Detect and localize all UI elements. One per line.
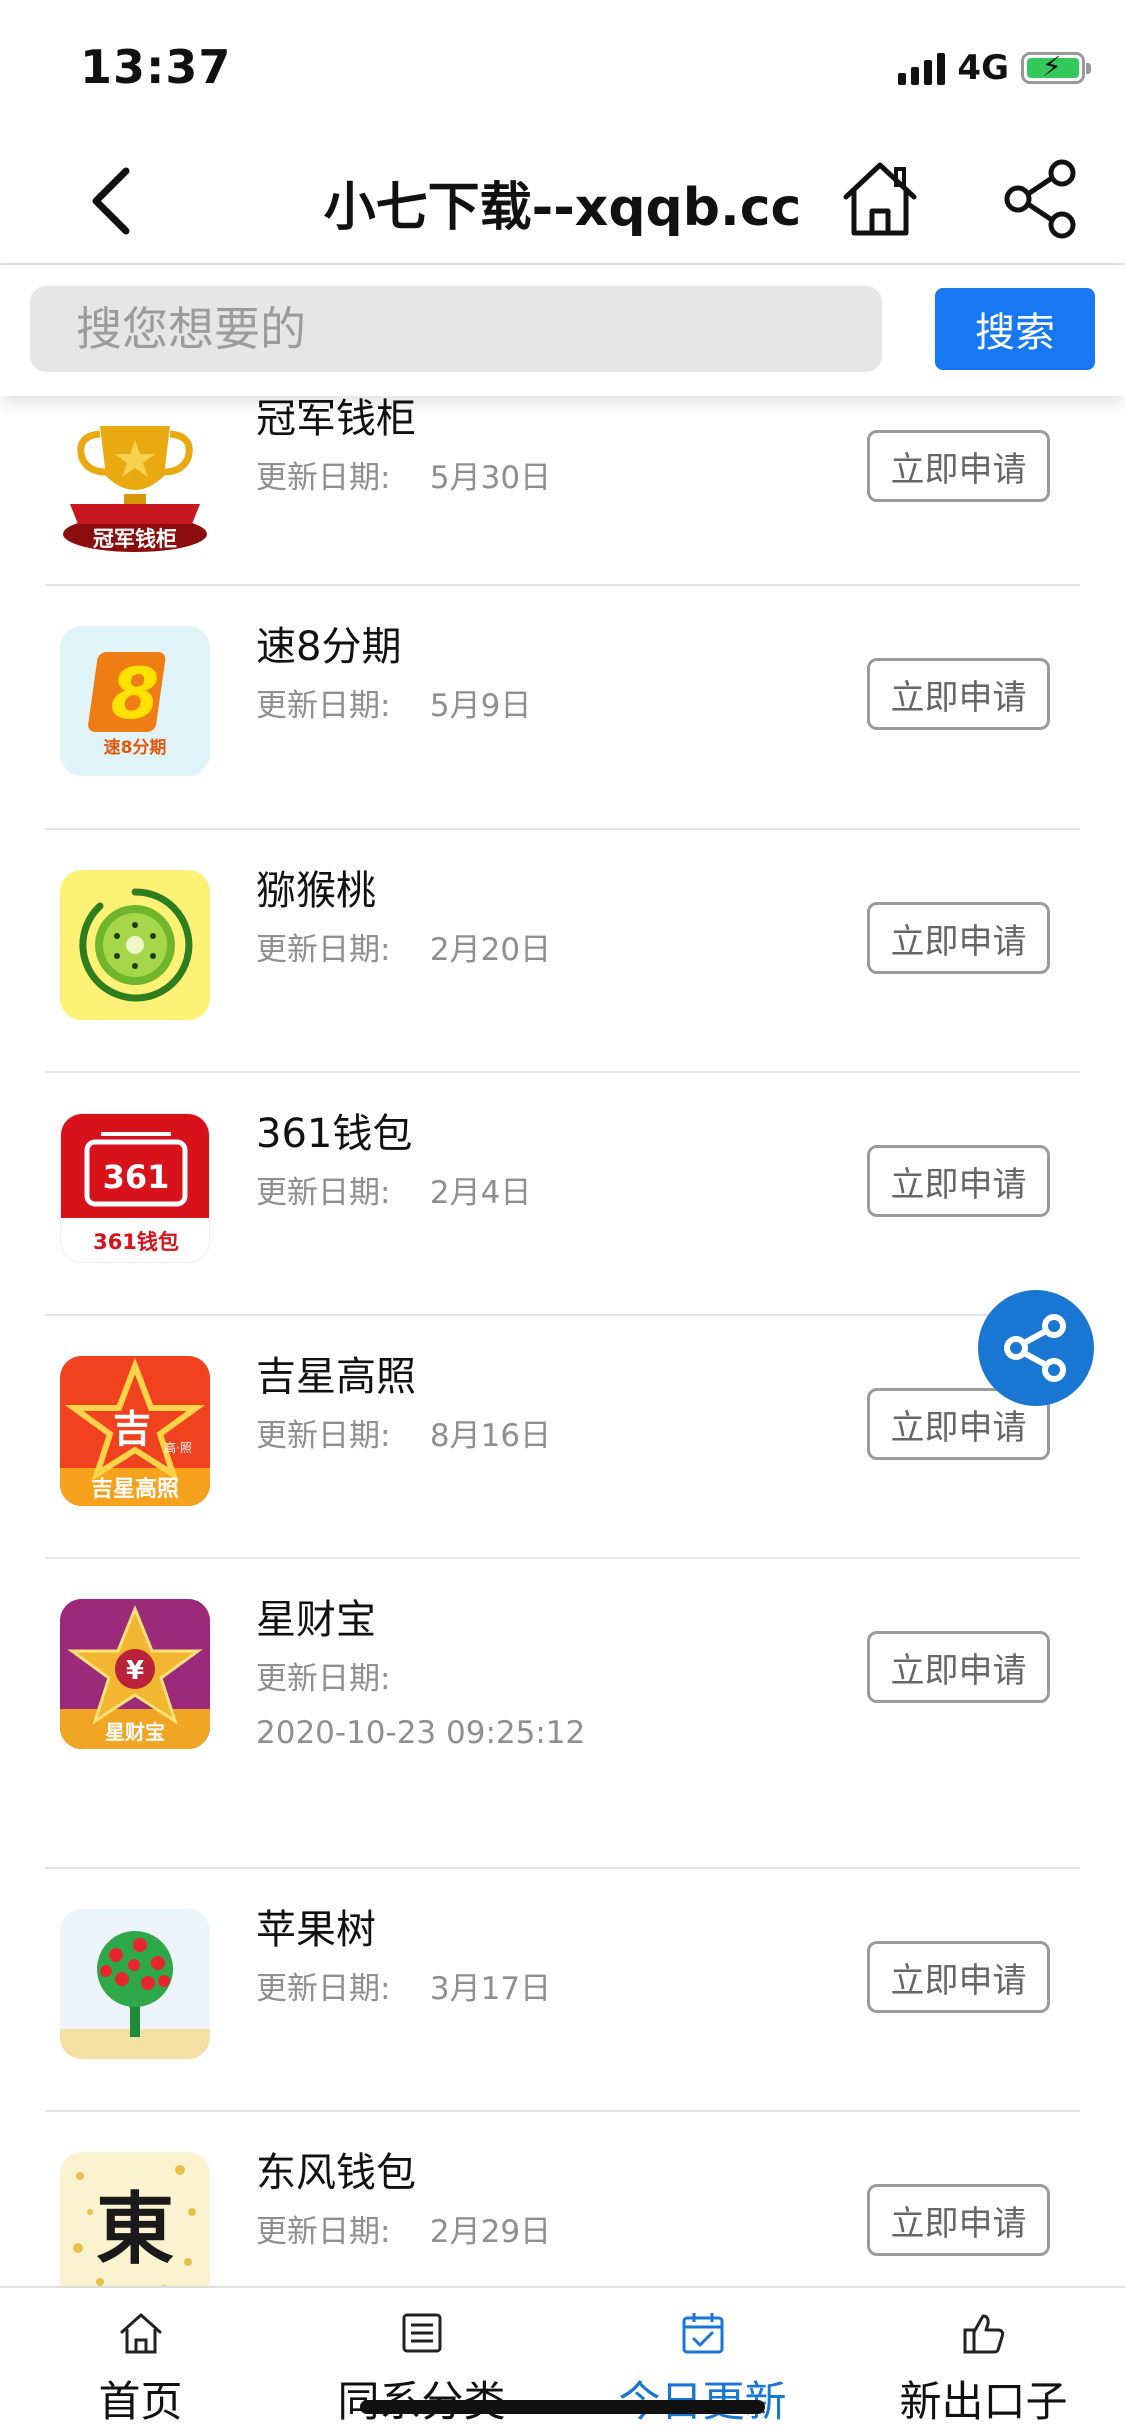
app-icon-text: 361钱包 <box>93 1230 179 1254</box>
apply-button[interactable]: 立即申请 <box>867 1631 1050 1703</box>
home-indicator <box>360 2400 765 2414</box>
calendar-check-icon <box>682 2313 724 2354</box>
app-name: 吉星高照 <box>256 1354 416 1400</box>
list-item[interactable]: 8 速8分期 速8分期 更新日期: 5月9日 立即申请 <box>0 586 1125 830</box>
app-icon-text: 冠军钱柜 <box>93 527 177 551</box>
list-item[interactable]: ¥ 星财宝 星财宝 更新日期: 2020-10-23 09:25:12 立即申请 <box>0 1559 1125 1869</box>
update-date-label: 更新日期: <box>256 1661 391 1697</box>
search-bar: 搜索 <box>0 266 1125 396</box>
home-icon[interactable] <box>838 157 922 241</box>
update-date: 更新日期: 2月4日 <box>256 1175 532 1211</box>
app-name: 苹果树 <box>256 1907 376 1953</box>
list-item[interactable]: 東 东风钱包 更新日期: 2月29日 立即申请 <box>0 2112 1125 2286</box>
lucky-star-app-icon: 吉 高·照 吉星高照 <box>60 1356 210 1506</box>
network-label: 4G <box>957 48 1009 88</box>
apply-button[interactable]: 立即申请 <box>867 2184 1050 2256</box>
status-indicators: 4G ⚡ <box>898 48 1091 88</box>
star-treasure-app-icon: ¥ 星财宝 <box>60 1599 210 1749</box>
app-name: 361钱包 <box>256 1111 413 1157</box>
update-date: 更新日期: 3月17日 <box>256 1971 552 2007</box>
app-icon-text: 速8分期 <box>104 737 167 758</box>
trophy-app-icon: 冠军钱柜 <box>60 406 210 556</box>
status-bar: 13:37 4G ⚡ <box>0 0 1125 135</box>
update-date: 更新日期: 8月16日 <box>256 1418 552 1454</box>
svg-text:¥: ¥ <box>126 1656 144 1686</box>
app-icon-text: 東 <box>96 2184 174 2275</box>
app-list: 冠军钱柜 冠军钱柜 更新日期: 5月30日 立即申请 8 速8分期 速8分期 更… <box>0 396 1125 2286</box>
svg-text:8: 8 <box>111 653 160 735</box>
list-item[interactable]: 冠军钱柜 冠军钱柜 更新日期: 5月30日 立即申请 <box>0 396 1125 586</box>
share-icon <box>1004 1314 1066 1382</box>
update-date: 更新日期: 2月20日 <box>256 932 552 968</box>
search-button[interactable]: 搜索 <box>935 288 1095 370</box>
home-icon <box>120 2313 162 2354</box>
dongfeng-app-icon: 東 <box>60 2152 210 2286</box>
search-input[interactable] <box>30 286 882 372</box>
svg-text:高·照: 高·照 <box>164 1440 192 1455</box>
tab-home[interactable]: 首页 <box>0 2288 281 2436</box>
thumbs-up-icon <box>963 2314 1005 2354</box>
app-icon-text: 吉星高照 <box>91 1476 179 1502</box>
update-date: 更新日期: 2月29日 <box>256 2214 552 2250</box>
list-item[interactable]: 吉 高·照 吉星高照 吉星高照 更新日期: 8月16日 立即申请 <box>0 1316 1125 1559</box>
apply-button[interactable]: 立即申请 <box>867 430 1050 502</box>
tab-label: 新出口子 <box>899 2377 1068 2426</box>
apply-button[interactable]: 立即申请 <box>867 1145 1050 1217</box>
kiwi-app-icon <box>60 870 210 1020</box>
apply-button[interactable]: 立即申请 <box>867 658 1050 730</box>
list-item[interactable]: 苹果树 更新日期: 3月17日 立即申请 <box>0 1869 1125 2112</box>
svg-text:361: 361 <box>103 1158 170 1196</box>
app-name: 冠军钱柜 <box>256 396 416 442</box>
update-date: 2020-10-23 09:25:12 <box>256 1715 586 1751</box>
app-name: 猕猴桃 <box>256 868 376 914</box>
list-icon <box>402 2313 442 2353</box>
svg-text:吉: 吉 <box>113 1407 151 1451</box>
app-name: 星财宝 <box>256 1597 376 1643</box>
apple-tree-app-icon <box>60 1909 210 2059</box>
nav-bar: 小七下载--xqqb.cc <box>0 135 1125 265</box>
tab-label: 同系分类 <box>281 2368 562 2429</box>
speed8-app-icon: 8 速8分期 <box>60 626 210 776</box>
battery-icon: ⚡ <box>1021 51 1091 84</box>
update-date: 更新日期: 5月9日 <box>256 688 532 724</box>
tab-label: 首页 <box>98 2377 183 2426</box>
page-title: 小七下载--xqqb.cc <box>323 178 802 238</box>
wallet361-app-icon: 361 361钱包 <box>60 1113 210 1263</box>
app-name: 速8分期 <box>256 624 402 670</box>
app-icon-text: 星财宝 <box>105 1720 165 1744</box>
status-time: 13:37 <box>80 40 232 94</box>
list-item[interactable]: 361 361钱包 361钱包 更新日期: 2月4日 立即申请 <box>0 1073 1125 1316</box>
floating-share-button[interactable] <box>978 1290 1094 1406</box>
tab-new-products[interactable]: 新出口子 <box>843 2288 1124 2436</box>
apply-button[interactable]: 立即申请 <box>867 1941 1050 2013</box>
share-icon[interactable] <box>1000 157 1084 241</box>
list-item[interactable]: 猕猴桃 更新日期: 2月20日 立即申请 <box>0 830 1125 1073</box>
app-name: 东风钱包 <box>256 2150 416 2196</box>
tab-label: 今日更新 <box>562 2368 843 2429</box>
update-date: 更新日期: 5月30日 <box>256 460 552 496</box>
signal-icon <box>898 51 946 85</box>
apply-button[interactable]: 立即申请 <box>867 902 1050 974</box>
